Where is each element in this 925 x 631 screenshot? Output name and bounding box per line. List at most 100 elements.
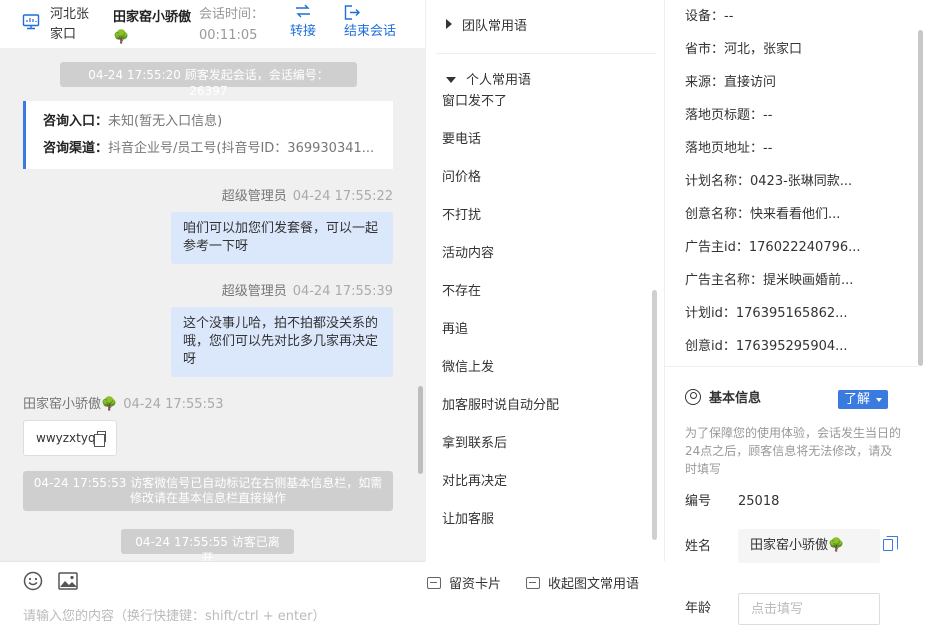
visitor-info-panel: 设备：-- 省市：河北，张家口 来源：直接访问 落地页标题：-- 落地页地址：-… bbox=[665, 0, 925, 631]
info-field-city: 省市：河北，张家口 bbox=[685, 40, 802, 60]
collapse-phrases-label: 收起图文常用语 bbox=[548, 577, 640, 592]
phrase-item[interactable]: 不打扰 bbox=[442, 206, 481, 226]
exit-icon bbox=[344, 5, 360, 20]
field-label: 落地页标题： bbox=[685, 108, 764, 123]
number-label: 编号 bbox=[685, 494, 712, 509]
phrase-group-personal[interactable]: 个人常用语 bbox=[446, 71, 531, 91]
caret-down-icon bbox=[446, 77, 456, 83]
info-field-creative-id: 创意id：176395295904... bbox=[685, 337, 848, 357]
field-value: 河北，张家口 bbox=[724, 42, 803, 57]
chat-messages[interactable]: 04-24 17:55:20 顾客发起会话，会话编号：26397 咨询入口：未知… bbox=[0, 48, 425, 561]
image-icon[interactable] bbox=[58, 571, 78, 591]
field-value: -- bbox=[763, 108, 773, 123]
field-label: 创意id： bbox=[685, 339, 736, 354]
session-time-label: 会话时间： bbox=[199, 7, 265, 22]
phrase-item[interactable]: 微信上发 bbox=[442, 358, 494, 378]
entry-label: 咨询入口： bbox=[43, 114, 109, 129]
phrase-item[interactable]: 不存在 bbox=[442, 282, 481, 302]
phrase-item[interactable]: 要电话 bbox=[442, 130, 481, 150]
transfer-icon bbox=[296, 4, 310, 18]
phrase-item[interactable]: 对比再决定 bbox=[442, 472, 507, 492]
agent-message-bubble: 这个没事儿哈，拍不拍都没关系的哦，您们可以先对比多几家再决定呀 bbox=[171, 307, 393, 377]
phrase-item[interactable]: 问价格 bbox=[442, 168, 481, 188]
message-input[interactable] bbox=[23, 609, 418, 624]
phrase-item[interactable]: 拿到联系后 bbox=[442, 434, 507, 454]
message-composer: 留资卡片 收起图文常用语 bbox=[0, 561, 639, 631]
phrase-item[interactable]: 再追 bbox=[442, 320, 468, 340]
divider bbox=[665, 366, 918, 367]
basic-info-label: 基本信息 bbox=[709, 391, 762, 406]
field-label: 广告主id： bbox=[685, 240, 749, 255]
copy-icon[interactable] bbox=[883, 536, 898, 551]
phrases-scrollbar[interactable] bbox=[652, 290, 657, 540]
message-meta: 超级管理员 04-24 17:55:22 bbox=[222, 188, 393, 206]
caret-right-icon bbox=[446, 19, 452, 29]
info-field-creative-name: 创意名称：快来看看他们... bbox=[685, 205, 840, 225]
field-value: 直接访问 bbox=[724, 75, 777, 90]
phrase-item[interactable]: 窗口发不了 bbox=[442, 92, 507, 112]
system-message-start: 04-24 17:55:20 顾客发起会话，会话编号：26397 bbox=[60, 62, 357, 98]
message-time: 04-24 17:55:22 bbox=[292, 189, 393, 204]
phrase-item[interactable]: 让加客服 bbox=[442, 510, 494, 530]
age-input[interactable] bbox=[738, 593, 880, 625]
info-field-landing-title: 落地页标题：-- bbox=[685, 106, 772, 126]
chat-scrollbar[interactable] bbox=[418, 386, 423, 474]
agent-message-bubble: 咱们可以加您们发套餐，可以一起参考一下呀 bbox=[171, 212, 393, 264]
phrase-group-team[interactable]: 团队常用语 bbox=[446, 17, 527, 37]
quick-phrases-panel: 团队常用语 个人常用语 窗口发不了 要电话 问价格 不打扰 活动内容 不存在 再… bbox=[425, 0, 665, 561]
collapse-phrases-button[interactable]: 收起图文常用语 bbox=[526, 576, 639, 594]
visitor-name: 田家窑小骄傲🌳 bbox=[113, 10, 192, 45]
field-label: 创意名称： bbox=[685, 207, 751, 222]
entry-info-card: 咨询入口：未知(暂无入口信息) 咨询渠道：抖音企业号/员工号(抖音号ID：369… bbox=[23, 101, 393, 169]
transfer-label: 转接 bbox=[289, 24, 316, 39]
field-label: 广告主名称： bbox=[685, 273, 764, 288]
number-value: 25018 bbox=[738, 494, 780, 509]
name-label: 姓名 bbox=[685, 539, 712, 554]
caret-down-icon bbox=[876, 398, 882, 402]
channel-value: 抖音企业号/员工号(抖音号ID：369930341... bbox=[108, 141, 375, 156]
divider bbox=[436, 53, 656, 54]
monitor-icon bbox=[22, 14, 40, 30]
phrase-item[interactable]: 加客服时说自动分配 bbox=[442, 396, 559, 416]
collapse-icon bbox=[526, 577, 540, 589]
field-label: 来源： bbox=[685, 75, 725, 90]
emoji-icon[interactable] bbox=[23, 571, 43, 591]
user-icon bbox=[685, 389, 701, 405]
basic-info-title: 基本信息 bbox=[685, 389, 761, 409]
info-field-plan-name: 计划名称：0423-张琳同款... bbox=[685, 172, 852, 192]
card-icon bbox=[427, 577, 441, 589]
message-meta: 田家窑小骄傲🌳 04-24 17:55:53 bbox=[23, 396, 223, 414]
end-session-label: 结束会话 bbox=[344, 24, 397, 39]
phrase-item[interactable]: 活动内容 bbox=[442, 244, 494, 264]
message-meta: 超级管理员 04-24 17:55:39 bbox=[222, 283, 393, 301]
message-time: 04-24 17:55:53 bbox=[123, 397, 224, 412]
chat-panel: 河北张家口 田家窑小骄傲🌳 会话时间： 00:11:05 转接 结束会话 04-… bbox=[0, 0, 639, 631]
copy-icon[interactable] bbox=[94, 431, 106, 447]
lead-card-button[interactable]: 留资卡片 bbox=[427, 576, 501, 594]
visitor-message-text: wwyzxtyq bbox=[36, 431, 96, 445]
field-value: 176022240796... bbox=[748, 240, 861, 255]
system-message-wechat-note: 04-24 17:55:53 访客微信号已自动标记在右侧基本信息栏，如需修改请在… bbox=[23, 471, 393, 511]
info-field-landing-url: 落地页地址：-- bbox=[685, 139, 772, 159]
info-field-plan-id: 计划id：176395165862... bbox=[685, 304, 848, 324]
basic-info-note: 为了保障您的使用体验，会话发生当日的24点之后，顾客信息将无法修改，请及时填写 bbox=[685, 426, 902, 476]
field-value: -- bbox=[763, 141, 773, 156]
info-field-advertiser-name: 广告主名称：提米映画婚前... bbox=[685, 271, 853, 291]
name-field[interactable]: 田家窑小骄傲🌳 bbox=[738, 529, 880, 563]
field-value: -- bbox=[724, 9, 734, 24]
learn-more-label: 了解 bbox=[844, 392, 871, 407]
field-value: 176395295904... bbox=[735, 339, 848, 354]
field-value: 快来看看他们... bbox=[750, 207, 841, 222]
age-label: 年龄 bbox=[685, 601, 712, 616]
info-scrollbar[interactable] bbox=[918, 30, 923, 366]
end-session-button[interactable]: 结束会话 bbox=[344, 4, 402, 42]
field-value: 176395165862... bbox=[735, 306, 848, 321]
phrase-group-label: 个人常用语 bbox=[466, 73, 532, 88]
transfer-button[interactable]: 转接 bbox=[287, 4, 319, 42]
field-label: 落地页地址： bbox=[685, 141, 764, 156]
field-label: 省市： bbox=[685, 42, 725, 57]
field-label: 计划名称： bbox=[685, 174, 751, 189]
learn-more-button[interactable]: 了解 bbox=[838, 390, 888, 409]
message-sender: 超级管理员 bbox=[221, 284, 287, 299]
message-sender: 超级管理员 bbox=[221, 189, 287, 204]
